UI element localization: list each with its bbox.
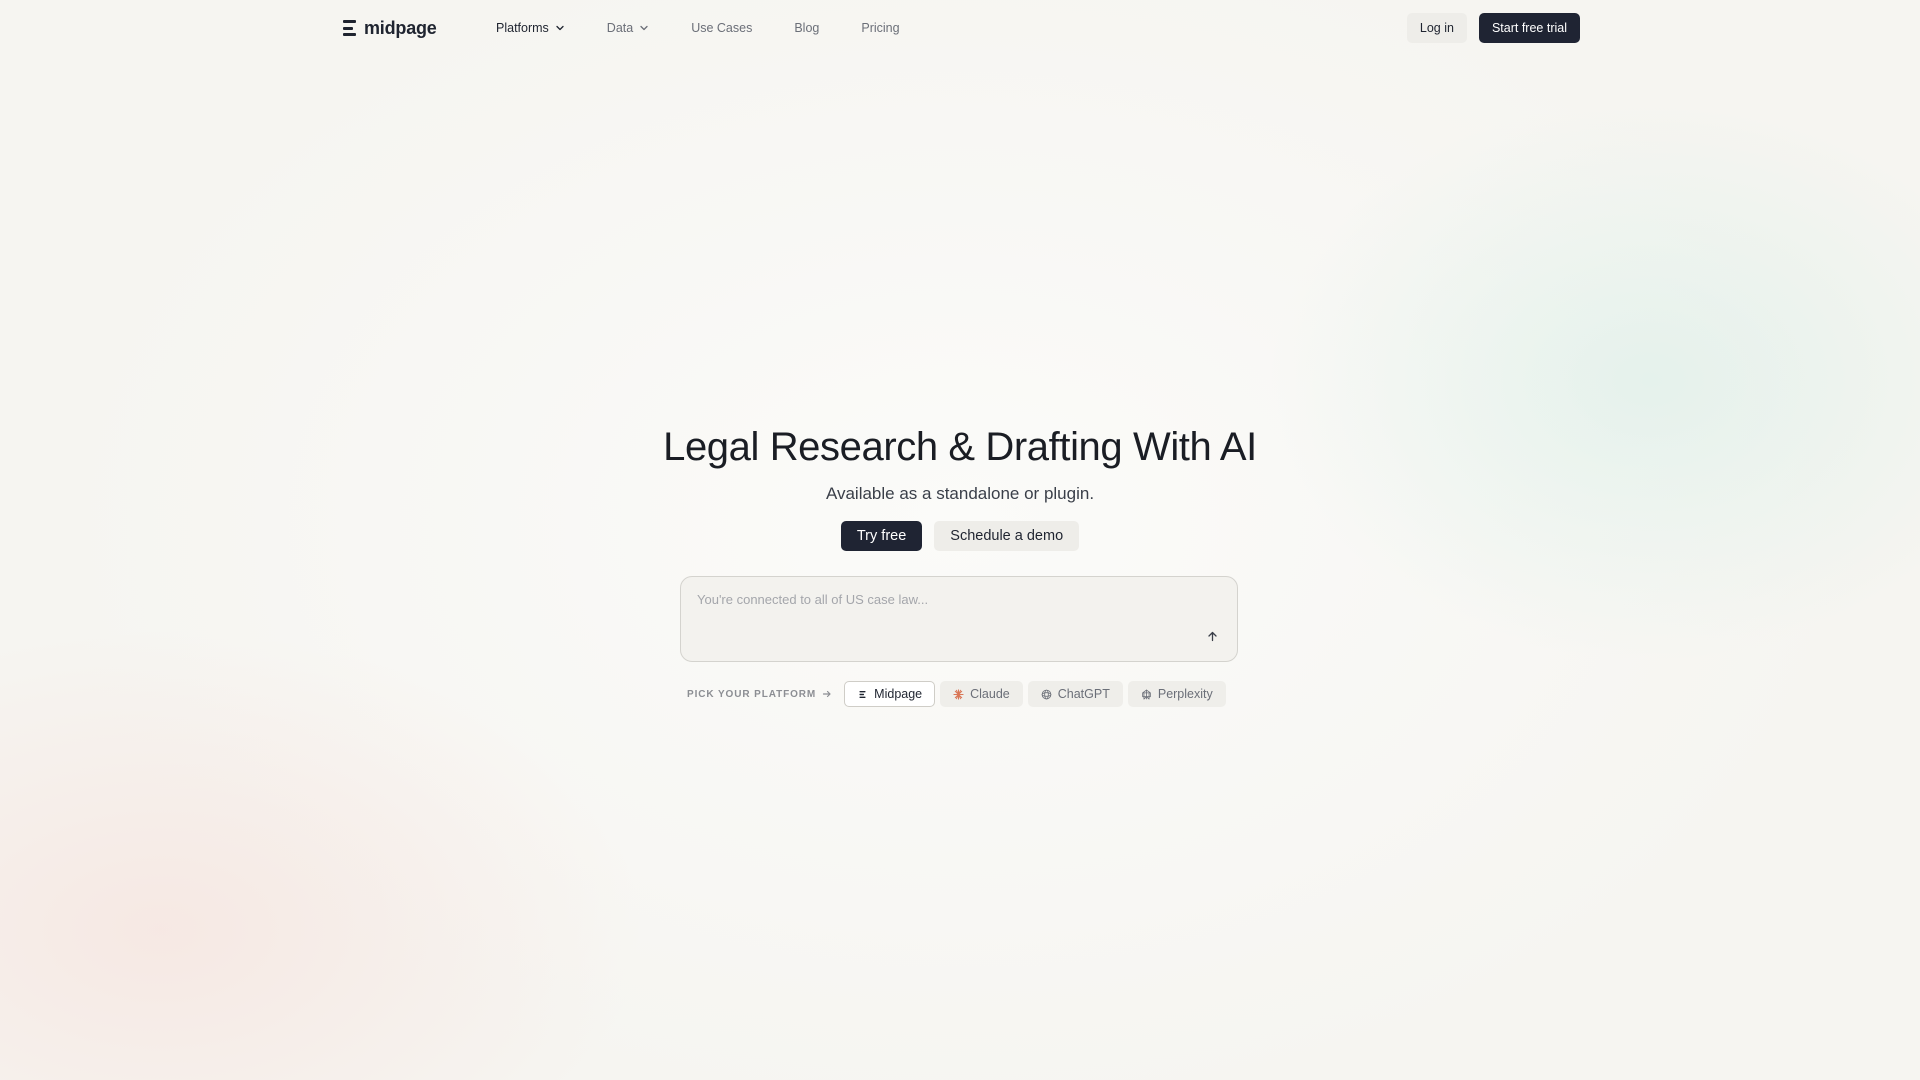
logo-text: midpage [364, 17, 437, 38]
nav-actions: Log in Start free trial [1406, 13, 1580, 43]
nav-link-data-label: Data [606, 21, 634, 35]
midpage-logo[interactable]: midpage [343, 15, 437, 41]
chevron-down-icon [556, 25, 564, 31]
hero-cta-group: Try free Schedule a demo [0, 521, 1920, 551]
prompt-box [680, 576, 1238, 662]
chevron-down-icon [640, 25, 648, 31]
platform-chip-perplexity[interactable]: Perplexity [1127, 681, 1226, 707]
nav-links: Platforms Data Use Cases Blog Pricing [496, 18, 900, 38]
midpage-logo-icon [343, 20, 356, 36]
schedule-demo-button[interactable]: Schedule a demo [934, 521, 1080, 551]
platform-picker: PICK YOUR PLATFORM Midpage Claude ChatGP… [687, 681, 1226, 707]
arrow-up-icon [1207, 631, 1217, 641]
pick-platform-text: PICK YOUR PLATFORM [687, 688, 817, 700]
send-button[interactable] [1205, 629, 1219, 643]
nav-link-platforms-label: Platforms [496, 21, 549, 35]
midpage-logo-icon [859, 690, 866, 698]
top-nav: midpage Platforms Data Use Cases Blog Pr… [0, 0, 1920, 56]
nav-link-blog-label: Blog [794, 21, 820, 35]
platform-chip-label: ChatGPT [1057, 687, 1110, 701]
chatgpt-knot-icon [1041, 689, 1052, 699]
platform-chip-midpage[interactable]: Midpage [844, 681, 936, 707]
platform-chip-label: Claude [970, 687, 1010, 701]
login-button[interactable]: Log in [1406, 13, 1467, 43]
hero-title: Legal Research & Drafting With AI [663, 425, 1257, 469]
platform-chip-claude[interactable]: Claude [940, 681, 1023, 707]
perplexity-icon [1142, 689, 1151, 699]
nav-link-blog[interactable]: Blog [794, 21, 819, 35]
pick-platform-label: PICK YOUR PLATFORM [687, 689, 832, 700]
start-free-trial-button[interactable]: Start free trial [1478, 13, 1580, 43]
nav-link-pricing[interactable]: Pricing [861, 21, 899, 35]
hero-subtitle: Available as a standalone or plugin. [825, 484, 1095, 503]
nav-link-data[interactable]: Data [607, 21, 649, 35]
platform-chip-label: Perplexity [1157, 687, 1213, 701]
platform-chip-label: Midpage [874, 687, 923, 701]
nav-link-use-cases-label: Use Cases [691, 21, 753, 35]
try-free-button[interactable]: Try free [840, 521, 923, 551]
nav-link-platforms[interactable]: Platforms [496, 21, 565, 35]
arrow-right-icon [823, 690, 831, 698]
claude-starburst-icon [953, 688, 964, 700]
platform-chip-chatgpt[interactable]: ChatGPT [1027, 681, 1123, 707]
prompt-input[interactable] [697, 589, 1197, 609]
nav-link-use-cases[interactable]: Use Cases [691, 21, 752, 35]
nav-link-pricing-label: Pricing [861, 21, 900, 35]
